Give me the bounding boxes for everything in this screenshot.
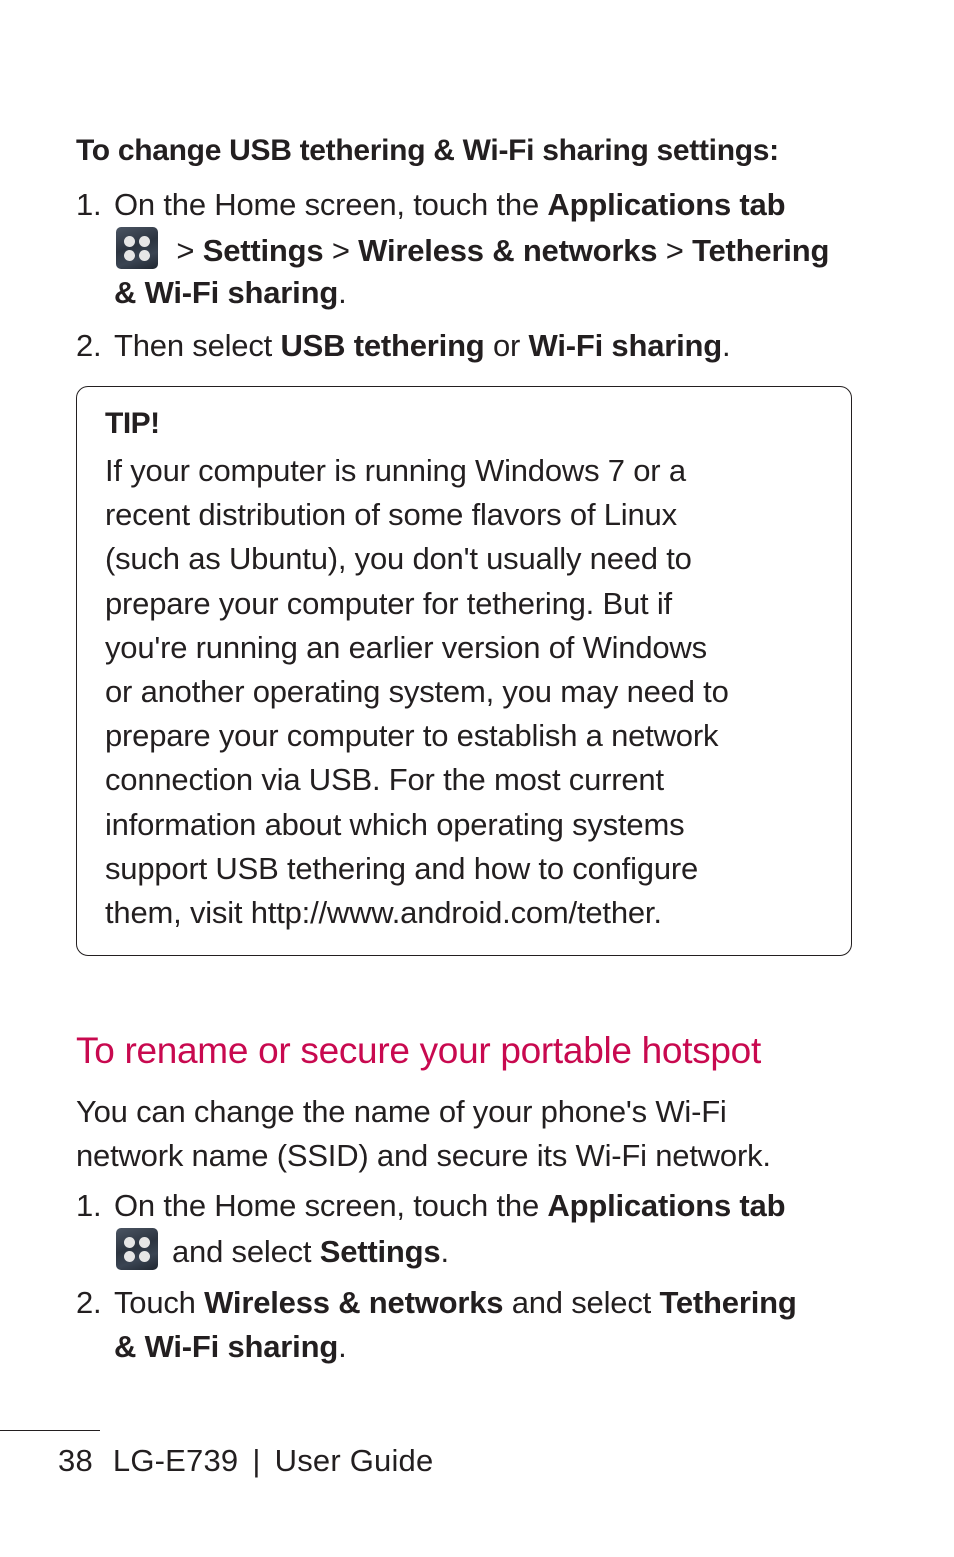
guide-title: User Guide: [274, 1443, 434, 1478]
settings-label: Settings: [202, 233, 324, 268]
step-number: 1.: [76, 187, 102, 222]
section-subheading: To change USB tethering & Wi-Fi sharing …: [76, 134, 779, 167]
tip-title: TIP!: [105, 407, 160, 440]
tip-body: If your computer is running Windows 7 or…: [105, 449, 825, 935]
step-number: 2.: [76, 1285, 102, 1320]
tip-line: prepare your computer to establish a net…: [105, 718, 719, 754]
page-number: 38: [58, 1443, 93, 1478]
path-separator: >: [657, 233, 693, 268]
step-text: Then select: [114, 328, 281, 363]
period: .: [440, 1234, 449, 1269]
tethering-label: Tethering: [659, 1285, 797, 1320]
step-text: On the Home screen, touch the: [114, 1188, 548, 1223]
manual-page: To change USB tethering & Wi-Fi sharing …: [0, 0, 954, 1557]
page-footer: 38 LG-E739 | User Guide: [58, 1443, 433, 1479]
step-body: Then select USB tethering or Wi-Fi shari…: [114, 324, 874, 368]
footer-rule: [0, 1430, 100, 1431]
tip-line: connection via USB. For the most current: [105, 762, 664, 798]
intro-line: You can change the name of your phone's …: [76, 1094, 727, 1129]
tip-box: TIP! If your computer is running Windows…: [76, 386, 852, 956]
step-body: On the Home screen, touch the Applicatio…: [114, 183, 874, 315]
step-number: 2.: [76, 328, 102, 363]
section-intro: You can change the name of your phone's …: [76, 1090, 771, 1178]
applications-grid-icon: [116, 227, 158, 269]
tip-line: information about which operating system…: [105, 806, 685, 842]
applications-tab-label: Applications tab: [547, 1188, 786, 1223]
wireless-networks-label: Wireless & networks: [358, 233, 658, 268]
tip-line: or another operating system, you may nee…: [105, 674, 729, 710]
step-text: and select: [172, 1234, 320, 1269]
tip-line: them, visit http://www.android.com/tethe…: [105, 895, 662, 931]
step-body: Touch Wireless & networks and select Tet…: [114, 1281, 874, 1369]
step-number: 1.: [76, 1188, 102, 1223]
applications-grid-icon: [116, 1228, 158, 1270]
period: .: [722, 328, 731, 363]
applications-tab-label: Applications tab: [547, 187, 786, 222]
model-name: LG-E739: [112, 1443, 239, 1478]
tip-line: recent distribution of some flavors of L…: [105, 497, 677, 533]
step-body: On the Home screen, touch the Applicatio…: [114, 1184, 874, 1272]
path-separator: >: [168, 233, 203, 268]
tethering-label: Tethering: [692, 233, 830, 268]
wifi-sharing-label: & Wi-Fi sharing: [114, 1329, 339, 1364]
tip-line: support USB tethering and how to configu…: [105, 850, 699, 886]
tip-line: (such as Ubuntu), you don't usually need…: [105, 541, 692, 577]
step-text: and select: [503, 1285, 660, 1320]
path-separator: >: [323, 233, 359, 268]
tip-line: you're running an earlier version of Win…: [105, 629, 707, 665]
wifi-sharing-label: Wi-Fi sharing: [528, 328, 723, 363]
step-text: On the Home screen, touch the: [114, 187, 548, 222]
intro-line: network name (SSID) and secure its Wi-Fi…: [76, 1138, 771, 1173]
usb-tethering-label: USB tethering: [280, 328, 485, 363]
period: .: [338, 1329, 347, 1364]
step-text: Touch: [114, 1285, 205, 1320]
period: .: [338, 275, 347, 310]
footer-separator: |: [252, 1443, 261, 1478]
tip-line: prepare your computer for tethering. But…: [105, 585, 672, 621]
step-text: or: [484, 328, 529, 363]
section-heading: To rename or secure your portable hotspo…: [76, 1030, 761, 1071]
wireless-networks-label: Wireless & networks: [204, 1285, 504, 1320]
settings-label: Settings: [319, 1234, 441, 1269]
tip-line: If your computer is running Windows 7 or…: [105, 453, 686, 488]
wifi-sharing-label: & Wi-Fi sharing: [114, 275, 339, 310]
